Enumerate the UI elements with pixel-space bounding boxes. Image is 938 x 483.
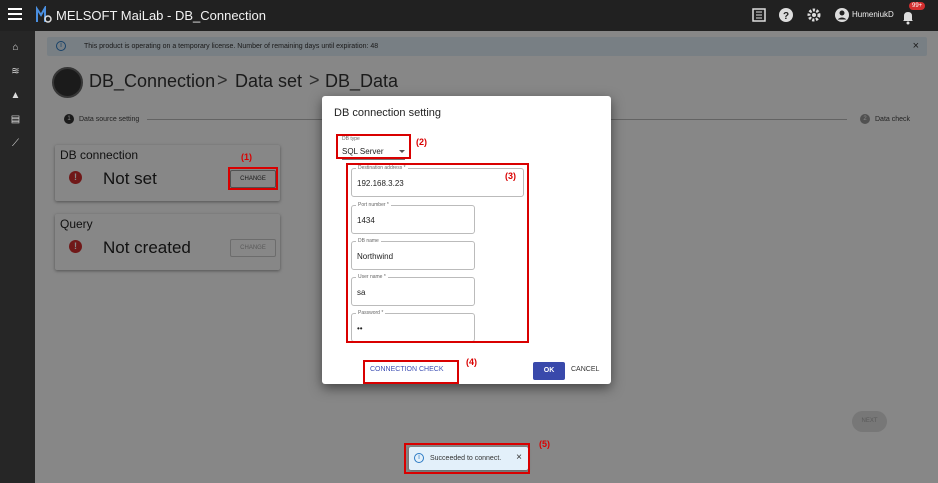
cancel-button[interactable]: CANCEL — [571, 366, 599, 373]
annotation-box-5 — [404, 443, 530, 474]
user-name[interactable]: HumeniukD — [852, 10, 894, 19]
app-title: MELSOFT MaiLab - DB_Connection — [56, 8, 267, 23]
mailab-logo-icon — [36, 6, 52, 23]
annotation-box-1 — [228, 167, 278, 190]
layers-icon[interactable]: ≋ — [9, 65, 22, 78]
svg-text:?: ? — [783, 11, 789, 22]
trend-icon[interactable]: ⟋ — [9, 137, 22, 150]
annotation-label-4: (4) — [466, 357, 477, 367]
select-underline — [342, 159, 405, 160]
dialog-title: DB connection setting — [334, 107, 442, 119]
side-nav: ⌂ ≋ ▲ ▤ ⟋ — [0, 31, 35, 483]
annotation-box-3 — [346, 163, 529, 343]
notification-badge: 99+ — [909, 2, 926, 10]
manual-icon[interactable] — [751, 7, 767, 23]
menu-icon[interactable] — [8, 8, 22, 20]
school-icon[interactable]: ▲ — [9, 89, 22, 102]
top-bar: MELSOFT MaiLab - DB_Connection ? Humeniu… — [0, 0, 938, 31]
annotation-label-2: (2) — [416, 137, 427, 147]
annotation-label-1: (1) — [241, 152, 252, 162]
notification-bell-icon[interactable] — [900, 9, 916, 25]
annotation-label-5: (5) — [539, 439, 550, 449]
ok-button[interactable]: OK — [533, 362, 565, 380]
annotation-label-3: (3) — [505, 171, 516, 181]
account-icon[interactable] — [834, 7, 850, 23]
home-icon[interactable]: ⌂ — [9, 41, 22, 54]
help-icon[interactable]: ? — [778, 7, 794, 23]
annotation-box-2 — [336, 134, 411, 159]
document-icon[interactable]: ▤ — [9, 113, 22, 126]
settings-gear-icon[interactable] — [806, 7, 822, 23]
annotation-box-4 — [363, 360, 459, 384]
